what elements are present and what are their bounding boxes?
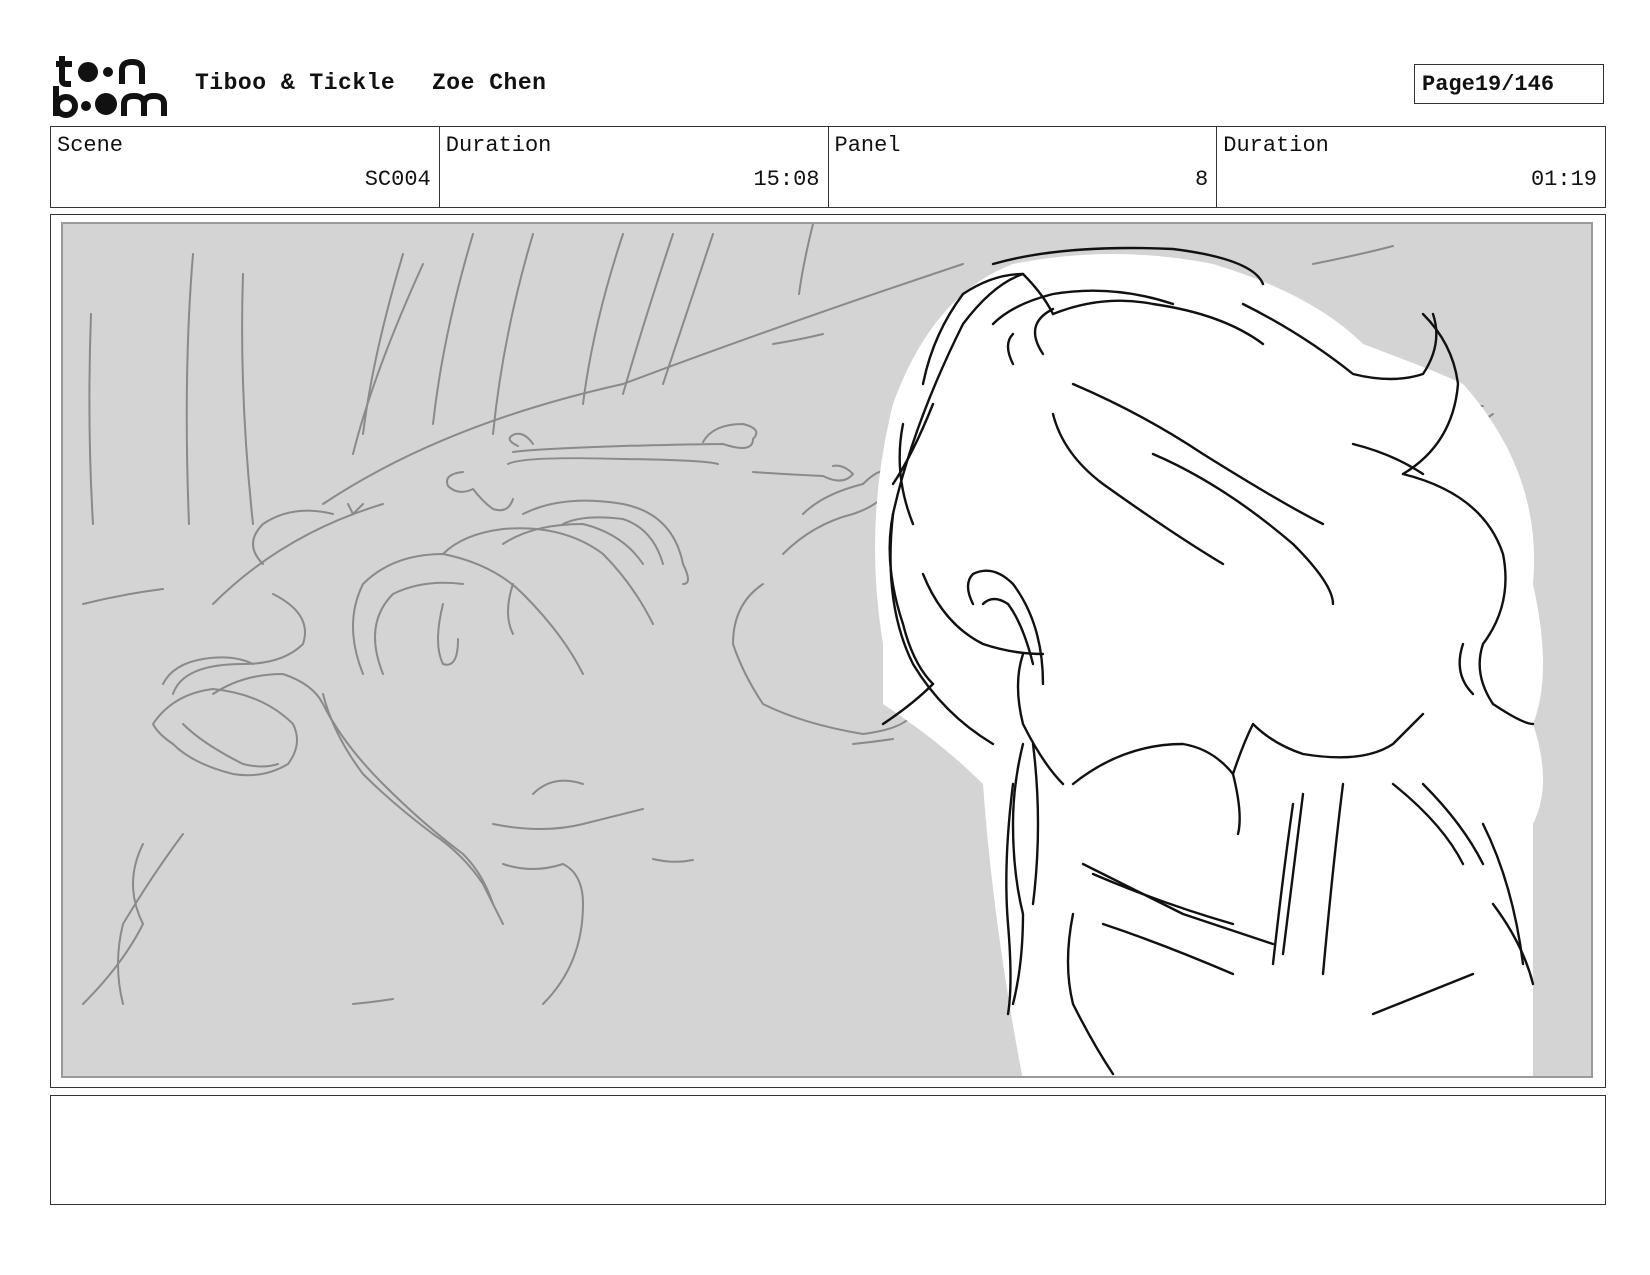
panel-notes-area (50, 1095, 1606, 1205)
page-number: 19/146 (1474, 71, 1555, 97)
project-title: Tiboo & Tickle (195, 70, 396, 96)
panel-cell: Panel 8 (829, 127, 1218, 207)
scene-label: Scene (57, 133, 124, 158)
scene-cell: Scene SC004 (51, 127, 440, 207)
scene-duration-label: Duration (445, 133, 552, 158)
panel-value: 8 (1195, 167, 1209, 192)
panel-duration-value: 01:19 (1530, 167, 1597, 192)
storyboard-sketch (82, 224, 1543, 1076)
scene-value: SC004 (364, 167, 431, 192)
storyboard-panel-image (61, 222, 1593, 1078)
page-indicator: Page 19/146 (1414, 64, 1604, 104)
author-name: Zoe Chen (432, 70, 547, 96)
panel-duration-cell: Duration 01:19 (1217, 127, 1605, 207)
scene-info-row: Scene SC004 Duration 15:08 Panel 8 Durat… (50, 126, 1606, 208)
scene-duration-cell: Duration 15:08 (440, 127, 829, 207)
panel-label: Panel (834, 133, 901, 158)
toon-boom-logo (53, 56, 167, 118)
page-label: Page (1422, 71, 1475, 97)
scene-duration-value: 15:08 (753, 167, 820, 192)
storyboard-panel-frame (50, 214, 1606, 1088)
panel-duration-label: Duration (1223, 133, 1329, 158)
